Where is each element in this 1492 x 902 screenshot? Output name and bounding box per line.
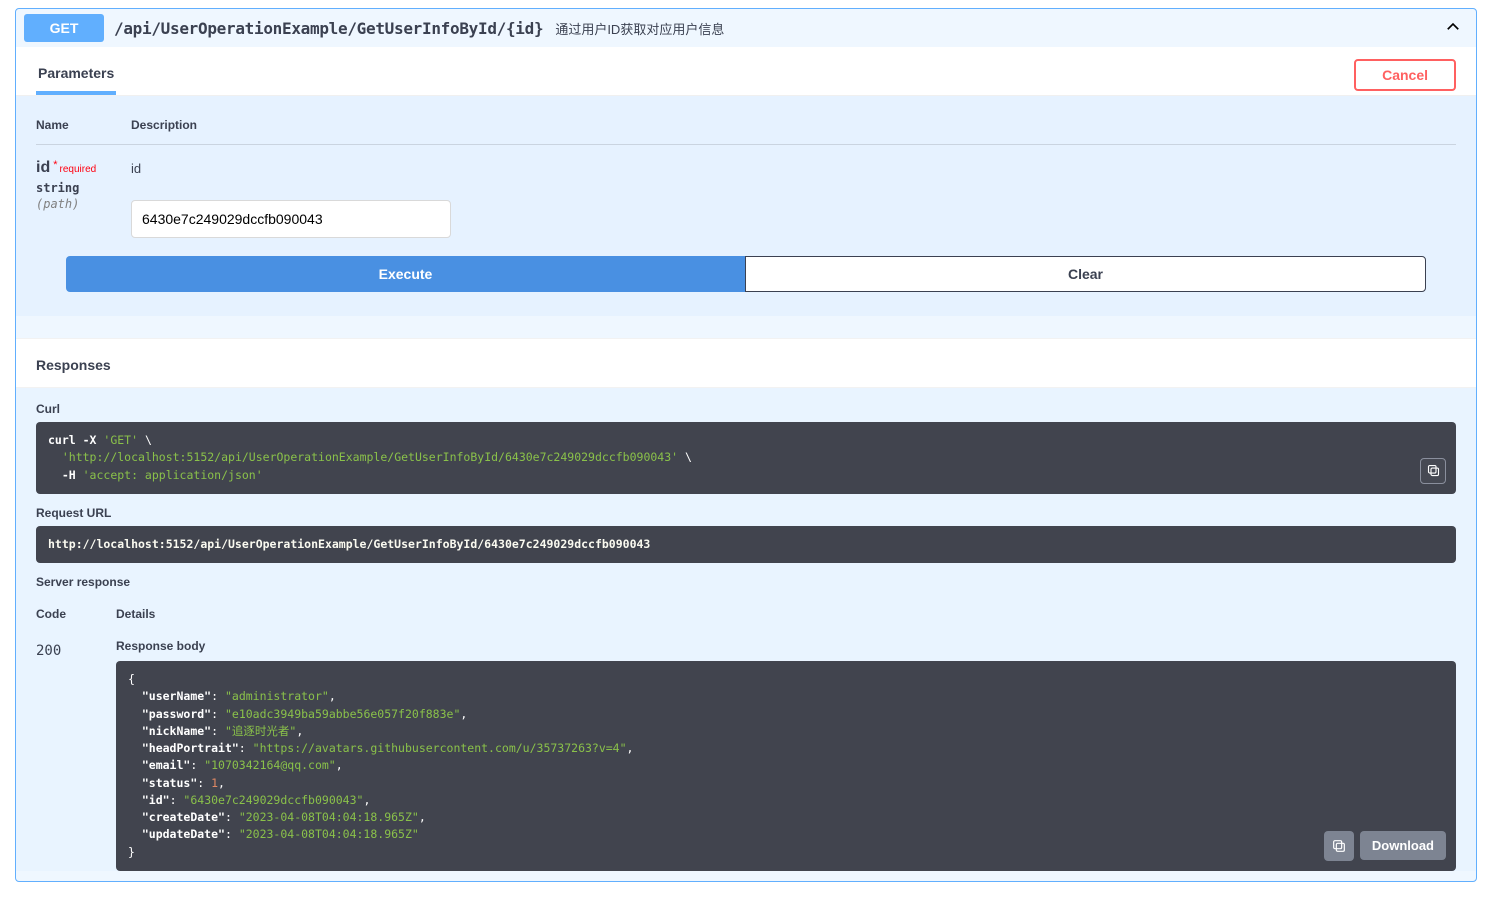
response-code: 200 [36,639,116,659]
required-star-icon: * [53,159,57,171]
col-code: Code [36,607,116,621]
response-body-codeblock: { "userName": "administrator", "password… [116,661,1456,871]
required-label: required [60,164,97,175]
method-badge: GET [24,14,104,42]
download-button[interactable]: Download [1360,831,1446,860]
execute-button[interactable]: Execute [66,256,745,292]
tabs-row: Parameters Cancel [16,47,1476,96]
param-in: (path) [36,197,131,211]
cancel-button[interactable]: Cancel [1354,59,1456,91]
param-type: string [36,181,131,195]
param-id-input[interactable] [131,200,451,238]
col-details: Details [116,607,1456,621]
responses-title: Responses [16,338,1476,388]
curl-codeblock: curl -X 'GET' \ 'http://localhost:5152/a… [36,422,1456,494]
request-url-label: Request URL [36,506,1456,520]
response-row: 200 Response body { "userName": "adminis… [36,629,1456,871]
clear-button[interactable]: Clear [745,256,1426,292]
param-row: id*required string (path) id [36,145,1456,242]
copy-curl-icon[interactable] [1420,458,1446,484]
copy-response-icon[interactable] [1324,831,1354,861]
param-table-header: Name Description [36,106,1456,145]
param-description: id [131,161,1456,176]
col-name: Name [36,118,131,132]
tab-parameters[interactable]: Parameters [36,55,116,95]
response-table-header: Code Details [36,595,1456,629]
response-body-label: Response body [116,639,1456,653]
request-url-codeblock: http://localhost:5152/api/UserOperationE… [36,526,1456,563]
operation-header[interactable]: GET /api/UserOperationExample/GetUserInf… [16,9,1476,47]
endpoint-summary: 通过用户ID获取对应用户信息 [555,19,724,38]
operation-block-get: GET /api/UserOperationExample/GetUserInf… [15,8,1477,882]
endpoint-path: /api/UserOperationExample/GetUserInfoByI… [114,19,543,38]
chevron-up-icon[interactable] [1444,18,1462,39]
curl-label: Curl [36,402,1456,416]
param-name: id [36,159,50,176]
col-description: Description [131,118,1456,132]
parameters-area: Name Description id*required string (pat… [16,96,1476,316]
server-response-label: Server response [36,575,1456,589]
